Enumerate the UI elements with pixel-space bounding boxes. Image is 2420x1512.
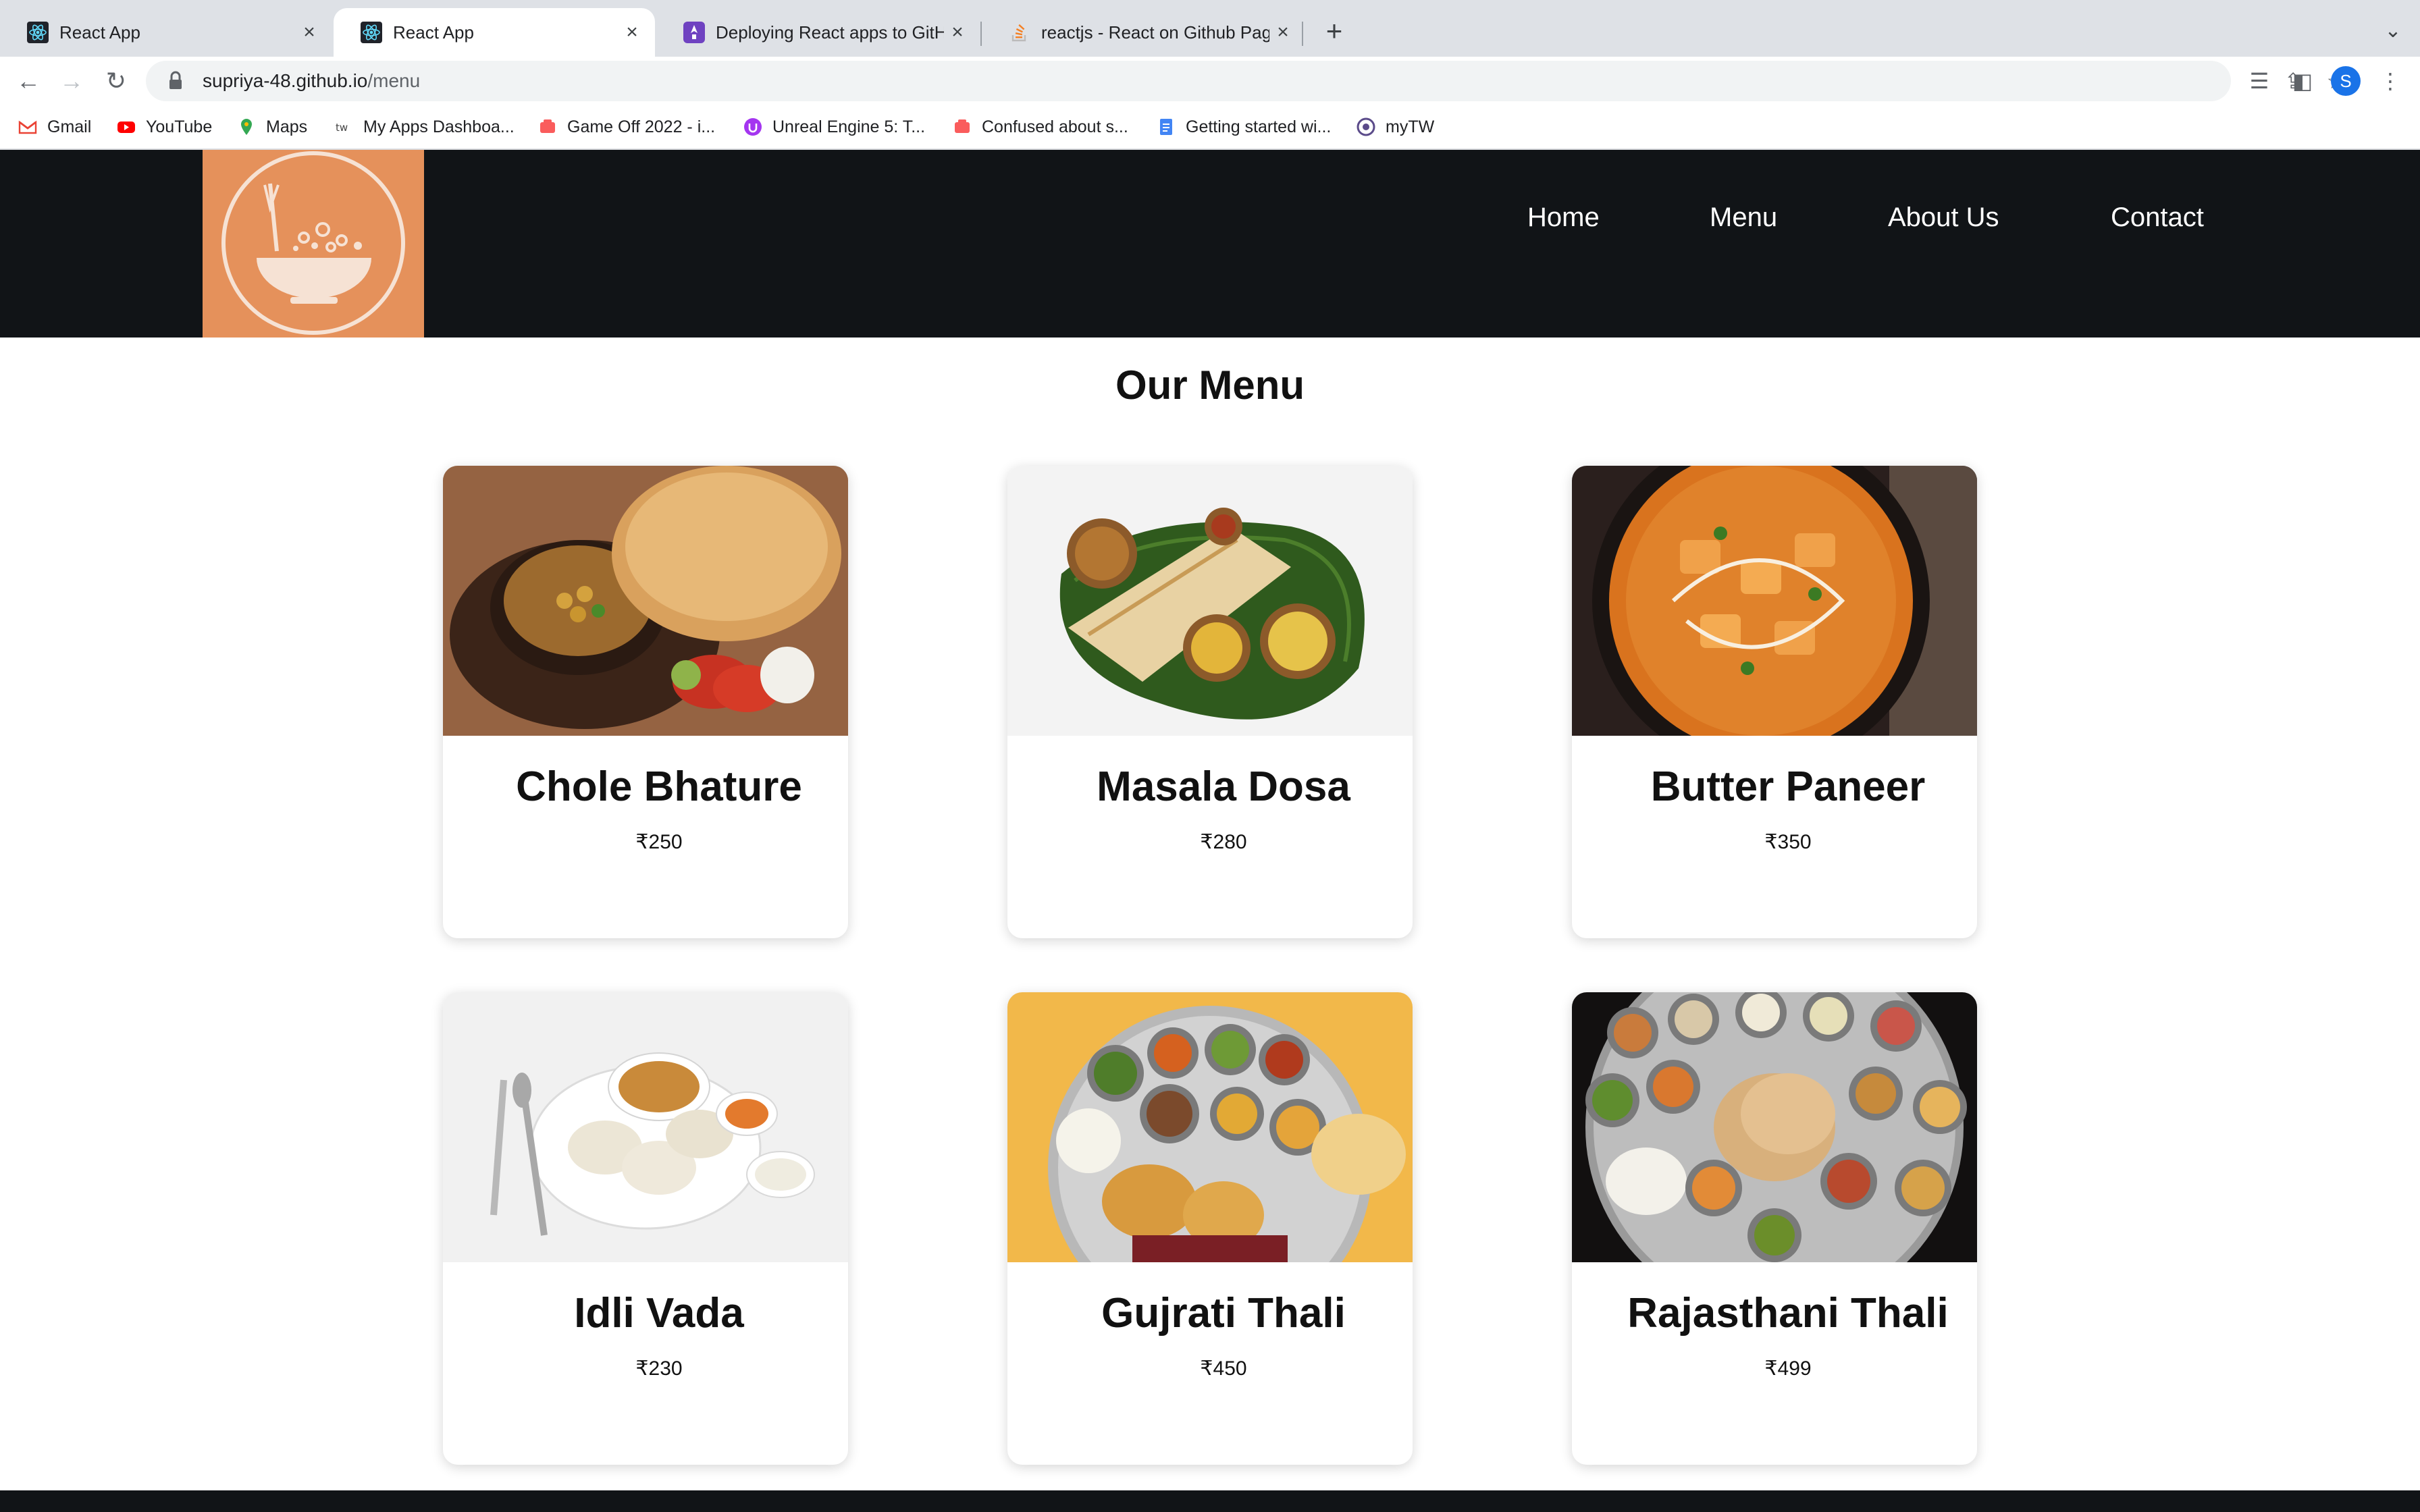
lock-icon bbox=[169, 71, 182, 89]
menu-card-chole-bhature[interactable]: Chole Bhature ₹250 bbox=[443, 466, 848, 938]
menu-card-idli-vada[interactable]: Idli Vada ₹230 bbox=[443, 992, 848, 1465]
avatar[interactable]: S bbox=[2331, 66, 2361, 96]
bookmark-label: My Apps Dashboa... bbox=[363, 117, 515, 136]
menu-item-name: Butter Paneer bbox=[1650, 763, 1926, 810]
game-icon bbox=[955, 119, 970, 133]
close-icon[interactable]: × bbox=[619, 21, 646, 44]
menu-item-name: Idli Vada bbox=[574, 1290, 744, 1336]
side-panel-icon[interactable]: ◧ bbox=[2288, 66, 2317, 96]
bookmark-unreal-engine[interactable]: Unreal Engine 5: T... bbox=[743, 115, 925, 139]
react-icon bbox=[27, 22, 49, 43]
rocket-icon bbox=[683, 22, 705, 43]
url-path: /menu bbox=[367, 70, 421, 91]
tab-title: React App bbox=[393, 22, 474, 43]
react-icon bbox=[361, 22, 382, 43]
new-tab-button[interactable]: + bbox=[1318, 15, 1350, 47]
tw-icon: tw bbox=[336, 122, 348, 134]
svg-text:tw: tw bbox=[336, 122, 348, 134]
menu-item-price: ₹250 bbox=[635, 831, 683, 853]
bookmark-youtube[interactable]: YouTube bbox=[116, 115, 212, 139]
menu-item-price: ₹280 bbox=[1200, 831, 1247, 853]
menu-item-price: ₹350 bbox=[1764, 831, 1812, 853]
tab-separator bbox=[1302, 22, 1303, 46]
site-logo[interactable] bbox=[203, 150, 424, 338]
menu-card-rajasthani-thali[interactable]: Rajasthani Thali ₹499 bbox=[1572, 992, 1977, 1465]
menu-item-price: ₹499 bbox=[1764, 1357, 1812, 1380]
menu-item-name: Masala Dosa bbox=[1097, 763, 1350, 810]
youtube-icon bbox=[117, 122, 135, 133]
bookmark-my-apps[interactable]: tw My Apps Dashboa... bbox=[334, 115, 515, 139]
back-button[interactable]: ← bbox=[11, 63, 46, 99]
page-title: Our Menu bbox=[1115, 362, 1305, 408]
site-header: Home Menu About Us Contact bbox=[0, 150, 2420, 338]
nav-menu[interactable]: Menu bbox=[1710, 202, 1777, 233]
close-icon[interactable]: × bbox=[944, 21, 971, 44]
menu-item-name: Rajasthani Thali bbox=[1627, 1290, 1949, 1336]
bookmark-label: Game Off 2022 - i... bbox=[567, 117, 716, 136]
bookmark-label: Maps bbox=[266, 117, 308, 136]
menu-card-butter-paneer[interactable]: Butter Paneer ₹350 bbox=[1572, 466, 1977, 938]
tab-react-app-1[interactable]: React App × bbox=[0, 8, 332, 57]
bookmark-confused-about[interactable]: Confused about s... bbox=[952, 115, 1128, 139]
docs-icon bbox=[1160, 119, 1172, 135]
reading-list-icon[interactable]: ☰ bbox=[2244, 66, 2274, 96]
stackoverflow-icon bbox=[1011, 24, 1026, 42]
butter-paneer-photo bbox=[1572, 466, 1977, 736]
menu-card-masala-dosa[interactable]: Masala Dosa ₹280 bbox=[1007, 466, 1413, 938]
reload-button[interactable]: ↻ bbox=[99, 63, 134, 99]
tab-deploying-react[interactable]: Deploying React apps to GitHu × bbox=[656, 8, 980, 57]
gujrati-thali-photo bbox=[1007, 992, 1413, 1262]
rajasthani-thali-photo bbox=[1572, 992, 1977, 1262]
chevron-down-icon[interactable]: ⌄ bbox=[2377, 15, 2409, 47]
menu-item-name: Chole Bhature bbox=[516, 763, 802, 810]
nav-home[interactable]: Home bbox=[1527, 202, 1600, 233]
bookmark-label: Confused about s... bbox=[982, 117, 1128, 136]
address-bar[interactable]: supriya-48.github.io/menu ⇪ ☆ bbox=[146, 61, 2346, 101]
tab-strip: React App × React App × Deploying React … bbox=[0, 0, 2420, 57]
tab-title: React App bbox=[59, 22, 140, 43]
bookmark-label: Gmail bbox=[47, 117, 92, 136]
bookmark-gmail[interactable]: Gmail bbox=[18, 115, 91, 139]
tab-title: Deploying React apps to GitHu bbox=[716, 22, 944, 43]
bookmark-getting-started[interactable]: Getting started wi... bbox=[1156, 115, 1331, 139]
menu-item-price: ₹230 bbox=[635, 1357, 683, 1380]
forward-button[interactable]: → bbox=[54, 63, 89, 99]
bookmark-label: Unreal Engine 5: T... bbox=[772, 117, 926, 136]
udemy-icon bbox=[744, 118, 762, 136]
game-icon bbox=[540, 119, 555, 133]
bookmark-label: myTW bbox=[1386, 117, 1435, 136]
maps-icon bbox=[241, 119, 252, 135]
close-icon[interactable]: × bbox=[296, 21, 323, 44]
masala-dosa-photo bbox=[1007, 466, 1413, 736]
menu-card-gujrati-thali[interactable]: Gujrati Thali ₹450 bbox=[1007, 992, 1413, 1465]
bookmark-label: YouTube bbox=[146, 117, 213, 136]
bookmark-mytw[interactable]: myTW bbox=[1356, 115, 1434, 139]
nav-about-us[interactable]: About Us bbox=[1888, 202, 1999, 233]
idli-vada-photo bbox=[443, 992, 848, 1262]
url-text: supriya-48.github.io/menu bbox=[203, 70, 420, 92]
tab-reactjs-github-pages[interactable]: reactjs - React on Github Page × bbox=[982, 8, 1306, 57]
menu-item-price: ₹450 bbox=[1200, 1357, 1247, 1380]
mytw-icon bbox=[1357, 117, 1375, 136]
url-host: supriya-48.github.io bbox=[203, 70, 368, 91]
bookmark-game-off[interactable]: Game Off 2022 - i... bbox=[537, 115, 715, 139]
chole-bhature-photo bbox=[443, 466, 848, 736]
browser-chrome: React App × React App × Deploying React … bbox=[0, 0, 2420, 150]
tab-title: reactjs - React on Github Page bbox=[1041, 22, 1269, 43]
nav-contact[interactable]: Contact bbox=[2111, 202, 2204, 233]
menu-item-name: Gujrati Thali bbox=[1101, 1290, 1346, 1336]
bookmark-maps[interactable]: Maps bbox=[236, 115, 307, 139]
close-icon[interactable]: × bbox=[1269, 21, 1296, 44]
tab-react-app-2[interactable]: React App × bbox=[334, 8, 655, 57]
browser-toolbar: ← → ↻ supriya-48.github.io/menu ⇪ ☆ ☰ ◧ … bbox=[0, 57, 2420, 105]
bowl-logo-icon bbox=[221, 151, 405, 335]
site-footer bbox=[0, 1490, 2420, 1512]
bookmark-label: Getting started wi... bbox=[1186, 117, 1332, 136]
more-menu-icon[interactable]: ⋮ bbox=[2375, 66, 2405, 96]
bookmarks-bar: Gmail YouTube Maps tw My Apps Dashboa... bbox=[0, 105, 2420, 150]
gmail-icon bbox=[18, 120, 37, 134]
